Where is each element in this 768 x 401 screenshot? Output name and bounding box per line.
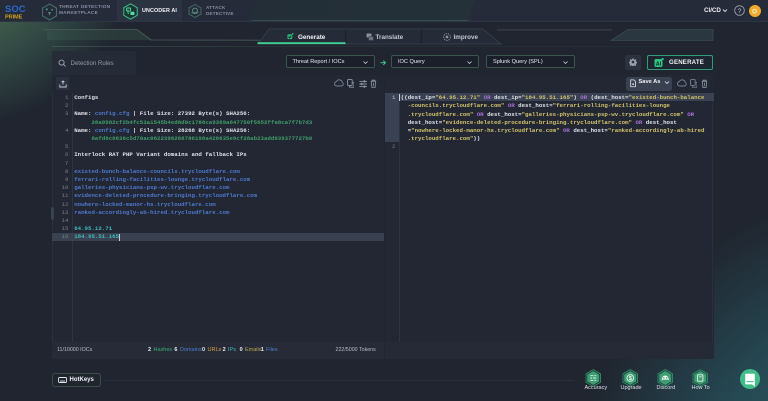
svg-text:PRIME: PRIME	[5, 14, 23, 19]
svg-text:SOC: SOC	[5, 3, 26, 14]
svg-text:AI: AI	[656, 61, 662, 67]
svg-text:O: O	[752, 8, 757, 15]
svg-text:?: ?	[737, 8, 741, 15]
